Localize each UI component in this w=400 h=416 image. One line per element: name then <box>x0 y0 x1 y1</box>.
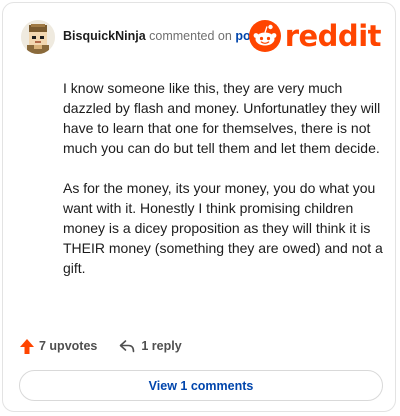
comment-paragraph: I know someone like this, they are very … <box>63 80 381 156</box>
upvote-arrow-icon <box>20 338 34 354</box>
comment-actions: 7 upvotes 1 reply <box>19 336 182 356</box>
comment-body: I know someone like this, they are very … <box>63 78 383 298</box>
upvote-button[interactable]: 7 upvotes <box>19 338 97 355</box>
reply-count: 1 reply <box>141 339 182 353</box>
view-comments-button[interactable]: View 1 comments <box>19 370 383 401</box>
comment-card: BisquickNinja commented on post reddit I… <box>2 2 396 412</box>
comment-header: BisquickNinja commented on post reddit <box>21 18 382 54</box>
pixel-art-avatar-icon <box>21 20 55 54</box>
avatar[interactable] <box>21 20 55 54</box>
byline: BisquickNinja commented on post <box>63 29 262 43</box>
username[interactable]: BisquickNinja <box>63 29 146 43</box>
upvote-count: 7 upvotes <box>39 339 98 353</box>
reddit-logo[interactable]: reddit <box>248 18 382 54</box>
reply-button[interactable]: 1 reply <box>119 339 182 353</box>
reddit-wordmark: reddit <box>284 19 382 53</box>
reply-arrow-icon <box>120 340 135 353</box>
reddit-snoo-icon <box>248 20 281 52</box>
byline-action: commented on <box>149 29 232 43</box>
comment-paragraph: As for the money, its your money, you do… <box>63 180 383 276</box>
